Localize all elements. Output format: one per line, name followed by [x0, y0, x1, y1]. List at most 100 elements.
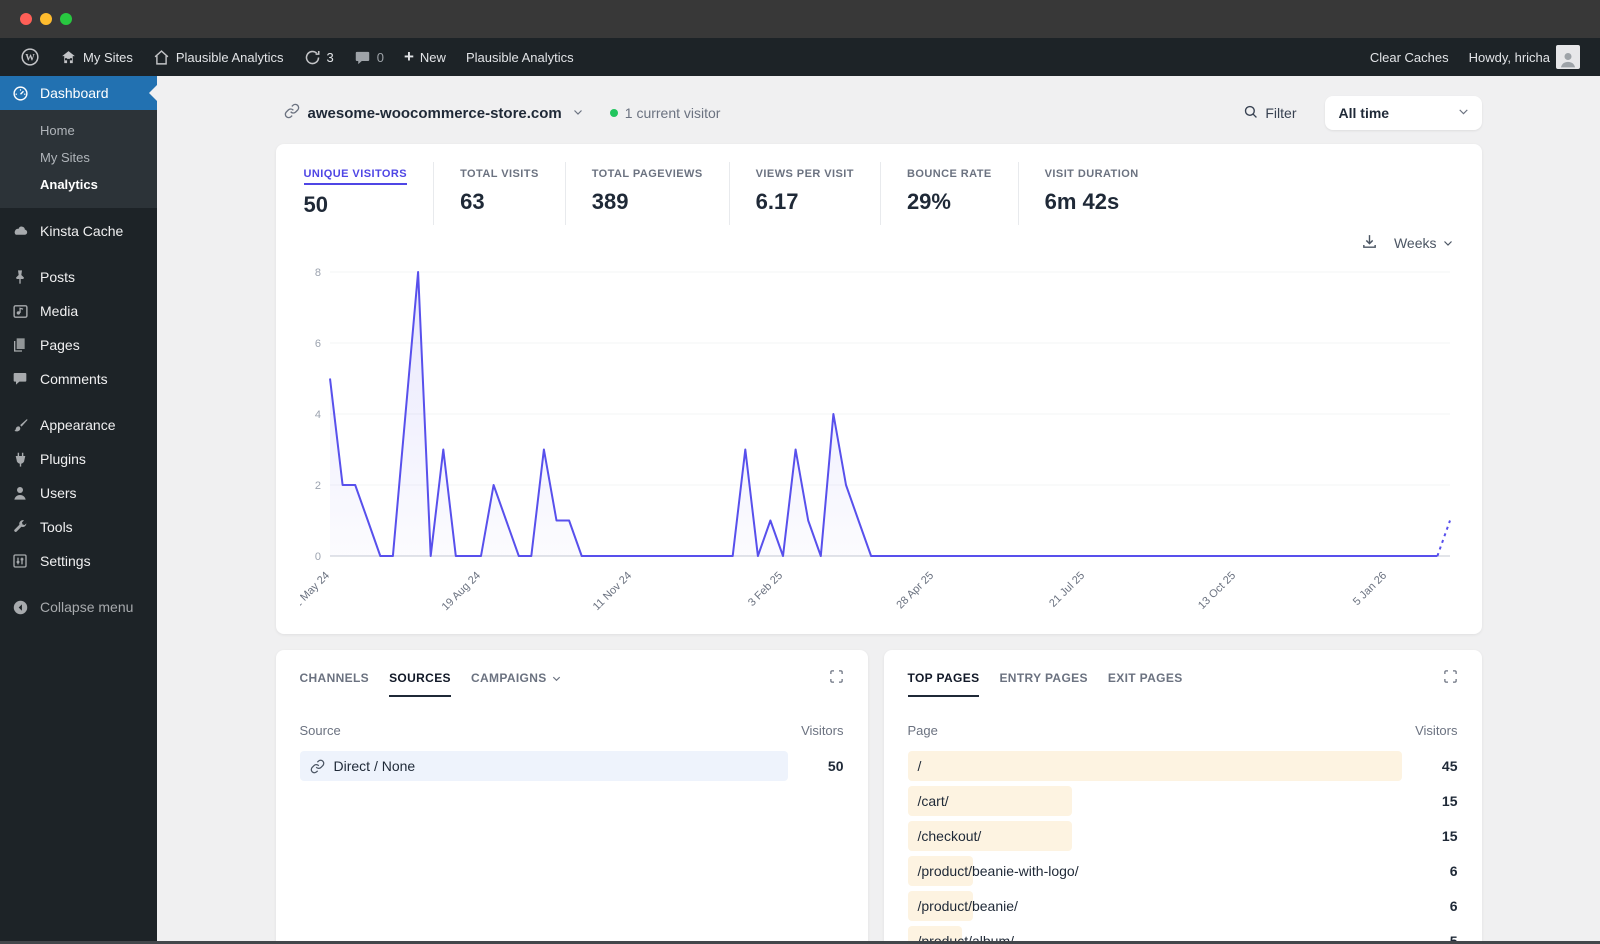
- minimize-window-button[interactable]: [40, 13, 52, 25]
- sidebar-item-posts[interactable]: Posts: [0, 260, 157, 294]
- visitors-line-chart[interactable]: 0 2 4 6 8 31 May 24 19 Aug 24 11 Nov 24 3 Feb 25…: [300, 256, 1458, 628]
- sidebar-item-kinsta-cache[interactable]: Kinsta Cache: [0, 214, 157, 248]
- source-row[interactable]: Direct / None 50: [299, 751, 844, 781]
- sidebar-item-pages[interactable]: Pages: [0, 328, 157, 362]
- svg-text:13 Oct 25: 13 Oct 25: [1195, 570, 1237, 612]
- tab-entry-pages[interactable]: ENTRY PAGES: [999, 671, 1087, 697]
- current-visitors[interactable]: 1 current visitor: [609, 105, 720, 121]
- expand-panel-icon[interactable]: [1443, 669, 1458, 689]
- sidebar-item-plugins[interactable]: Plugins: [0, 442, 157, 476]
- page-row[interactable]: /product/beanie-with-logo/ 6: [907, 856, 1458, 886]
- cloud-icon: [10, 222, 30, 240]
- page-row[interactable]: / 45: [907, 751, 1458, 781]
- avatar: [1556, 45, 1580, 69]
- updates-menu[interactable]: 3: [294, 38, 344, 76]
- tab-exit-pages[interactable]: EXIT PAGES: [1108, 671, 1183, 697]
- my-sites-menu[interactable]: My Sites: [50, 38, 143, 76]
- chevron-down-icon: [552, 676, 560, 681]
- sidebar-subitem-my-sites[interactable]: My Sites: [0, 144, 157, 171]
- page-visitors: 45: [1441, 758, 1458, 774]
- metric-total-visits[interactable]: TOTAL VISITS 63: [433, 162, 565, 225]
- macos-window: W My Sites Plausible Analytics 3 0 + New…: [0, 0, 1600, 944]
- svg-text:28 Apr 25: 28 Apr 25: [894, 570, 936, 612]
- sidebar-item-users[interactable]: Users: [0, 476, 157, 510]
- download-export-icon[interactable]: [1361, 233, 1378, 253]
- pages-icon: [10, 337, 30, 353]
- fullscreen-window-button[interactable]: [60, 13, 72, 25]
- site-domain: awesome-woocommerce-store.com: [307, 104, 562, 122]
- sliders-icon: [10, 553, 30, 569]
- filter-button[interactable]: Filter: [1243, 104, 1297, 122]
- sources-list: Direct / None 50: [299, 751, 844, 781]
- menu-separator: [0, 578, 157, 590]
- sidebar-item-settings[interactable]: Settings: [0, 544, 157, 578]
- svg-text:6: 6: [314, 338, 320, 350]
- tab-sources[interactable]: SOURCES: [389, 671, 451, 697]
- comments-menu[interactable]: 0: [344, 38, 394, 76]
- metric-visit-duration[interactable]: VISIT DURATION 6m 42s: [1017, 162, 1165, 225]
- howdy-label: Howdy, hricha: [1468, 49, 1550, 65]
- search-icon: [1243, 104, 1258, 122]
- sidebar-item-comments[interactable]: Comments: [0, 362, 157, 396]
- new-label: New: [419, 49, 446, 65]
- wordpress-logo-menu[interactable]: W: [10, 38, 50, 76]
- current-page-title: Plausible Analytics: [465, 49, 574, 65]
- svg-text:21 Jul 25: 21 Jul 25: [1047, 570, 1087, 610]
- menu-separator: [0, 248, 157, 260]
- site-name-menu[interactable]: Plausible Analytics: [143, 38, 294, 76]
- date-range-value: All time: [1338, 105, 1390, 121]
- online-dot-icon: [609, 109, 618, 117]
- pages-panel: TOP PAGES ENTRY PAGES EXIT PAGES Page Vi…: [883, 650, 1482, 944]
- page-row[interactable]: /checkout/ 15: [907, 821, 1458, 851]
- account-menu[interactable]: Howdy, hricha: [1459, 38, 1590, 76]
- sidebar-item-appearance[interactable]: Appearance: [0, 408, 157, 442]
- home-icon: [153, 49, 170, 66]
- sidebar-subitem-analytics[interactable]: Analytics: [0, 171, 157, 198]
- site-switcher[interactable]: awesome-woocommerce-store.com: [276, 103, 584, 123]
- updates-icon: [304, 49, 321, 66]
- tab-top-pages[interactable]: TOP PAGES: [907, 671, 980, 697]
- my-sites-label: My Sites: [83, 49, 133, 65]
- page-path: /checkout/: [917, 828, 982, 844]
- sidebar-subitem-home[interactable]: Home: [0, 117, 157, 144]
- page-row[interactable]: /cart/ 15: [907, 786, 1458, 816]
- date-range-select[interactable]: All time: [1324, 96, 1482, 130]
- metric-views-per-visit[interactable]: VIEWS PER VISIT 6.17: [728, 162, 880, 225]
- chevron-down-icon: [572, 105, 584, 122]
- wordpress-logo-icon: W: [20, 47, 40, 67]
- tab-campaigns[interactable]: CAMPAIGNS: [471, 671, 562, 697]
- svg-text:8: 8: [314, 267, 320, 279]
- metric-total-pageviews[interactable]: TOTAL PAGEVIEWS 389: [564, 162, 729, 225]
- page-row[interactable]: /product/beanie/ 6: [907, 891, 1458, 921]
- pages-tabs: TOP PAGES ENTRY PAGES EXIT PAGES: [907, 669, 1458, 697]
- site-name-label: Plausible Analytics: [175, 49, 284, 65]
- pages-list: / 45 /cart/ 15 /checkout/ 15 /product/be…: [907, 751, 1458, 944]
- dashboard-gauge-icon: [10, 85, 30, 102]
- svg-text:W: W: [25, 53, 35, 64]
- clear-caches-button[interactable]: Clear Caches: [1360, 38, 1459, 76]
- metric-unique-visitors[interactable]: UNIQUE VISITORS 50: [303, 162, 434, 228]
- plug-icon: [10, 451, 30, 468]
- svg-text:19 Aug 24: 19 Aug 24: [439, 570, 483, 614]
- plus-icon: +: [403, 46, 414, 66]
- sidebar-item-dashboard[interactable]: Dashboard: [0, 76, 157, 110]
- tab-channels[interactable]: CHANNELS: [300, 671, 370, 697]
- sources-columns: Source Visitors: [299, 723, 844, 738]
- wrench-icon: [10, 519, 30, 535]
- wp-admin-bar: W My Sites Plausible Analytics 3 0 + New…: [0, 38, 1600, 76]
- page-path: /cart/: [917, 793, 949, 809]
- new-content-menu[interactable]: + New: [394, 38, 456, 76]
- expand-panel-icon[interactable]: [829, 669, 844, 689]
- sidebar-item-tools[interactable]: Tools: [0, 510, 157, 544]
- interval-picker[interactable]: Weeks: [1394, 235, 1454, 251]
- pages-columns: Page Visitors: [907, 723, 1458, 738]
- page-path: /product/beanie/: [917, 898, 1018, 914]
- collapse-menu-button[interactable]: Collapse menu: [0, 590, 157, 624]
- metric-bounce-rate[interactable]: BOUNCE RATE 29%: [879, 162, 1018, 225]
- multisite-icon: [60, 49, 77, 66]
- chevron-down-icon: [1457, 105, 1470, 121]
- sidebar-item-media[interactable]: Media: [0, 294, 157, 328]
- close-window-button[interactable]: [20, 13, 32, 25]
- analytics-content: awesome-woocommerce-store.com 1 current …: [157, 76, 1600, 944]
- pushpin-icon: [10, 269, 30, 285]
